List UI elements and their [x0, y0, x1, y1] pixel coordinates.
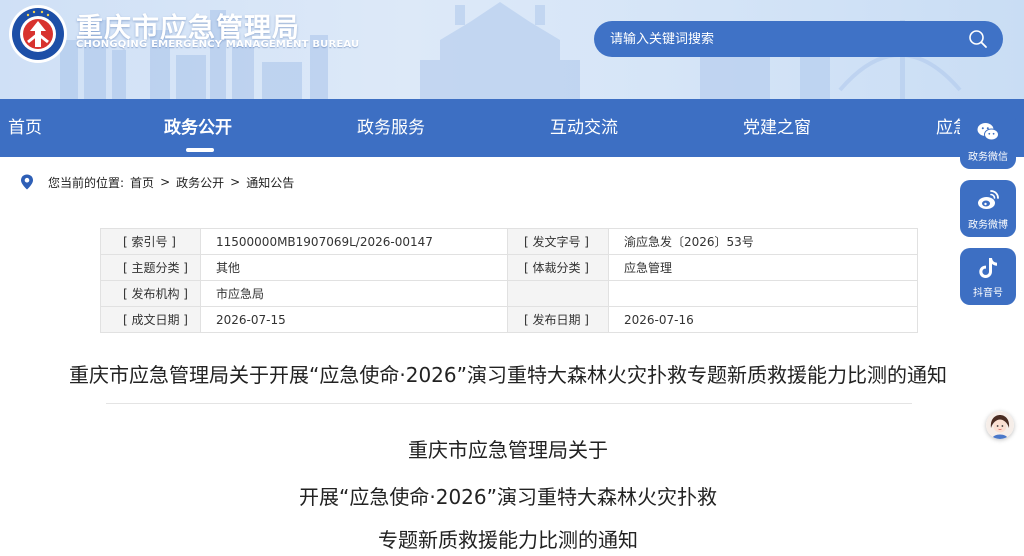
title-divider — [106, 403, 912, 404]
created-date-label: [ 成文日期 ] — [100, 306, 201, 333]
emergency-emblem-logo[interactable] — [8, 4, 68, 64]
wechat-label: 政务微信 — [968, 152, 1008, 163]
table-row: [ 索引号 ] 11500000MB1907069L/2026-00147 [ … — [100, 228, 918, 255]
topic-category-value: 其他 — [200, 254, 508, 281]
nav-item-government-services[interactable]: 政务服务 — [357, 99, 425, 157]
wechat-icon — [977, 123, 999, 141]
search-input[interactable] — [610, 31, 940, 47]
document-heading-line-3: 专题新质救援能力比测的通知 — [378, 528, 638, 552]
weibo-label: 政务微博 — [968, 220, 1008, 231]
location-pin-icon — [21, 174, 33, 190]
table-row: [ 主题分类 ] 其他 [ 体裁分类 ] 应急管理 — [100, 254, 918, 281]
breadcrumb-prefix: 您当前的位置: — [48, 175, 125, 190]
nav-item-party-building[interactable]: 党建之窗 — [743, 99, 811, 157]
site-subtitle: CHONGQING EMERGENCY MANAGEMENT BUREAU — [76, 39, 360, 50]
index-number-value: 11500000MB1907069L/2026-00147 — [200, 228, 508, 255]
article-title: 重庆市应急管理局关于开展“应急使命·2026”演习重特大森林火灾扑救专题新质救援… — [69, 363, 947, 387]
weibo-icon — [978, 190, 999, 209]
created-date-value: 2026-07-15 — [200, 306, 508, 333]
topic-category-label: [ 主题分类 ] — [100, 254, 201, 281]
douyin-icon — [979, 258, 997, 278]
wechat-button[interactable]: 政务微信 — [960, 112, 1016, 169]
douyin-button[interactable]: 抖音号 — [960, 248, 1016, 305]
publisher-label: [ 发布机构 ] — [100, 280, 201, 307]
breadcrumb-separator: > — [160, 175, 171, 189]
publisher-value: 市应急局 — [200, 280, 508, 307]
table-row: [ 成文日期 ] 2026-07-15 [ 发布日期 ] 2026-07-16 — [100, 306, 918, 333]
search-icon[interactable] — [967, 28, 989, 50]
weibo-button[interactable]: 政务微博 — [960, 180, 1016, 237]
document-heading-line-2: 开展“应急使命·2026”演习重特大森林火灾扑救 — [299, 485, 717, 509]
breadcrumb-home[interactable]: 首页 — [130, 174, 154, 191]
nav-item-home[interactable]: 首页 — [8, 99, 42, 157]
nav-active-indicator — [186, 148, 214, 152]
genre-category-value: 应急管理 — [608, 254, 918, 281]
nav-item-interaction[interactable]: 互动交流 — [550, 99, 618, 157]
empty-label-cell — [507, 280, 609, 307]
breadcrumb-separator: > — [230, 175, 241, 189]
header-banner: 重庆市应急管理局 CHONGQING EMERGENCY MANAGEMENT … — [0, 0, 1024, 99]
breadcrumb: 您当前的位置: 首页 > 政务公开 > 通知公告 — [20, 172, 300, 192]
breadcrumb-government-affairs-disclosure[interactable]: 政务公开 — [176, 174, 224, 191]
douyin-label: 抖音号 — [973, 288, 1003, 299]
published-date-value: 2026-07-16 — [608, 306, 918, 333]
index-number-label: [ 索引号 ] — [100, 228, 201, 255]
genre-category-label: [ 体裁分类 ] — [507, 254, 609, 281]
document-number-value: 渝应急发〔2026〕53号 — [608, 228, 918, 255]
table-row: [ 发布机构 ] 市应急局 — [100, 280, 918, 307]
published-date-label: [ 发布日期 ] — [507, 306, 609, 333]
document-info-table: [ 索引号 ] 11500000MB1907069L/2026-00147 [ … — [100, 228, 918, 333]
breadcrumb-notices[interactable]: 通知公告 — [246, 174, 294, 191]
main-nav: 首页 政务公开 政务服务 互动交流 党建之窗 应急 — [0, 99, 1024, 157]
empty-value-cell — [608, 280, 918, 307]
document-number-label: [ 发文字号 ] — [507, 228, 609, 255]
search-bar — [594, 21, 1003, 57]
document-heading-line-1: 重庆市应急管理局关于 — [408, 438, 608, 462]
